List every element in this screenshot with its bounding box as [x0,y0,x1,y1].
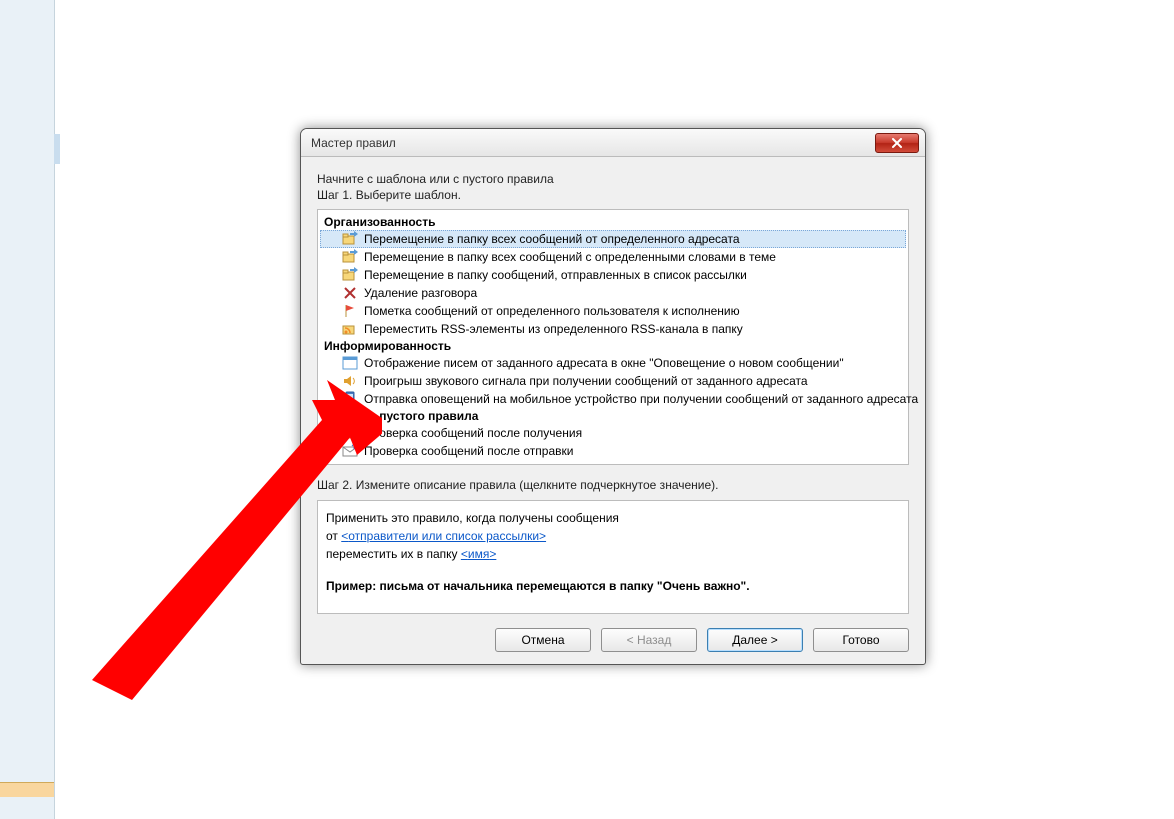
dialog-title: Мастер правил [311,136,396,150]
template-item[interactable]: Проверка сообщений после отправки [320,442,906,460]
link-sender[interactable]: <отправители или список рассылки> [341,529,546,543]
template-label: Проигрыш звукового сигнала при получении… [364,374,808,388]
mail-out-icon [342,443,358,459]
template-label: Пометка сообщений от определенного польз… [364,304,740,318]
alert-window-icon [342,355,358,371]
rule-description-box: Применить это правило, когда получены со… [317,500,909,614]
template-label: Проверка сообщений после отправки [364,444,573,458]
template-label: Перемещение в папку всех сообщений с опр… [364,250,776,264]
dialog-body: Начните с шаблона или с пустого правила … [301,157,925,664]
rss-move-icon [342,321,358,337]
finish-button[interactable]: Готово [813,628,909,652]
back-button[interactable]: < Назад [601,628,697,652]
close-icon [892,138,902,148]
template-item[interactable]: Проверка сообщений после получения [320,424,906,442]
group-header-informed: Информированность [320,338,906,354]
template-item[interactable]: Пометка сообщений от определенного польз… [320,302,906,320]
desc-line3: переместить их в папку <имя> [326,545,900,563]
delete-icon [342,285,358,301]
template-list: Организованность Перемещение в папку все… [317,209,909,465]
desc-line1: Применить это правило, когда получены со… [326,509,900,527]
rules-wizard-dialog: Мастер правил Начните с шаблона или с пу… [300,128,926,665]
template-label: Проверка сообщений после получения [364,426,582,440]
background-bottom-bar [0,782,54,797]
template-label: Перемещение в папку сообщений, отправлен… [364,268,747,282]
template-item[interactable]: Перемещение в папку всех сообщений от оп… [320,230,906,248]
template-item[interactable]: Отображение писем от заданного адресата … [320,354,906,372]
background-accent [54,134,60,164]
template-item[interactable]: Удаление разговора [320,284,906,302]
step1-label: Шаг 1. Выберите шаблон. [317,187,909,203]
link-folder[interactable]: <имя> [461,547,496,561]
group-header-organized: Организованность [320,214,906,230]
button-bar: Отмена < Назад Далее > Готово [317,628,909,652]
cancel-button[interactable]: Отмена [495,628,591,652]
desc-line3-prefix: переместить их в папку [326,547,461,561]
desc-example: Пример: письма от начальника перемещаютс… [326,577,900,595]
template-label: Переместить RSS-элементы из определенног… [364,322,743,336]
mail-in-icon [342,425,358,441]
template-label: Отправка оповещений на мобильное устройс… [364,392,918,406]
group-header-blank: Начать с пустого правила [320,408,906,424]
desc-line2: от <отправители или список рассылки> [326,527,900,545]
template-item[interactable]: Отправка оповещений на мобильное устройс… [320,390,906,408]
template-item[interactable]: Проигрыш звукового сигнала при получении… [320,372,906,390]
background-left-strip [0,0,55,819]
link-folder-label: имя [468,547,489,561]
next-button[interactable]: Далее > [707,628,803,652]
close-button[interactable] [875,133,919,153]
template-item[interactable]: Перемещение в папку сообщений, отправлен… [320,266,906,284]
step2-label: Шаг 2. Измените описание правила (щелкни… [317,477,909,493]
desc-line2-prefix: от [326,529,341,543]
folder-move-icon [342,249,358,265]
mobile-icon [342,391,358,407]
template-label: Удаление разговора [364,286,477,300]
titlebar: Мастер правил [301,129,925,157]
folder-move-icon [342,267,358,283]
template-label: Перемещение в папку всех сообщений от оп… [364,232,740,246]
sound-icon [342,373,358,389]
template-item[interactable]: Перемещение в папку всех сообщений с опр… [320,248,906,266]
template-item[interactable]: Переместить RSS-элементы из определенног… [320,320,906,338]
flag-icon [342,303,358,319]
folder-move-icon [342,231,358,247]
link-sender-label: отправители или список рассылки [348,529,539,543]
intro-text: Начните с шаблона или с пустого правила [317,171,909,187]
template-label: Отображение писем от заданного адресата … [364,356,844,370]
